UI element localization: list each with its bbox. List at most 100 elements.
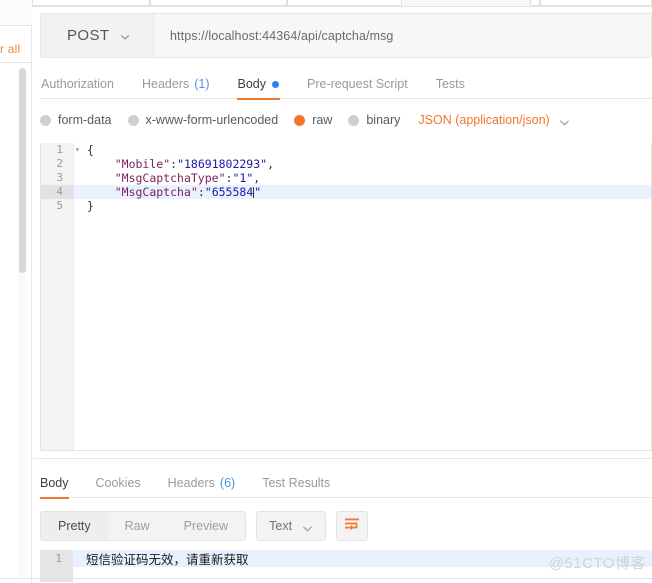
text-cursor — [253, 187, 254, 198]
sidebar-divider — [0, 62, 32, 63]
response-format-select[interactable]: Text — [256, 511, 326, 541]
view-mode-raw[interactable]: Raw — [108, 512, 167, 540]
radio-x-www-form-urlencoded[interactable]: x-www-form-urlencoded — [128, 113, 279, 127]
view-mode-pretty-label: Pretty — [58, 519, 91, 533]
content-type-select[interactable]: JSON (application/json) — [418, 113, 569, 127]
tab-pre-request-script[interactable]: Pre-request Script — [306, 69, 409, 99]
response-tab-test-results-label: Test Results — [262, 476, 330, 490]
editor-lines: 1 ▾ { 2 "Mobile":"18691802293", 3 "MsgCa… — [41, 143, 651, 213]
window-tab-4[interactable] — [530, 0, 540, 6]
json-value-msgcaptchatype: 1 — [239, 171, 246, 185]
body-type-options: form-data x-www-form-urlencoded raw bina… — [40, 107, 652, 133]
response-tab-cookies-label: Cookies — [96, 476, 141, 490]
fold-toggle-icon[interactable]: ▾ — [75, 143, 84, 157]
response-tab-body-label: Body — [40, 476, 69, 490]
response-line-number-empty — [40, 567, 73, 582]
code-line[interactable]: 5 } — [41, 199, 651, 213]
response-line: 1 短信验证码无效，请重新获取 — [40, 550, 652, 567]
response-line-empty — [40, 567, 652, 582]
code-text: } — [74, 199, 94, 213]
chevron-down-icon — [302, 521, 313, 532]
window-tab-2[interactable] — [150, 0, 287, 6]
code-line[interactable]: 3 "MsgCaptchaType":"1", — [41, 171, 651, 185]
response-line-text: 短信验证码无效，请重新获取 — [73, 550, 249, 568]
sidebar-top-box — [0, 0, 32, 26]
window-tab-3[interactable] — [287, 0, 402, 6]
response-line-number: 1 — [40, 550, 73, 567]
radio-binary-label: binary — [366, 113, 400, 127]
radio-form-data-label: form-data — [58, 113, 112, 127]
chevron-down-icon — [120, 32, 130, 42]
view-mode-preview[interactable]: Preview — [167, 512, 245, 540]
response-view-mode-group: Pretty Raw Preview — [40, 511, 246, 541]
window-tab-5[interactable] — [540, 0, 652, 6]
tab-tests-label: Tests — [436, 77, 465, 91]
word-wrap-icon — [344, 517, 360, 536]
http-method-select[interactable]: POST — [41, 14, 154, 57]
http-method-label: POST — [67, 27, 109, 44]
sidebar-partial: r all — [0, 0, 32, 583]
json-key-msgcaptchatype: MsgCaptchaType — [122, 171, 219, 185]
json-key-mobile: Mobile — [122, 157, 164, 171]
code-line[interactable]: 2 "Mobile":"18691802293", — [41, 157, 651, 171]
tab-tests[interactable]: Tests — [435, 69, 466, 99]
json-key-msgcaptcha: MsgCaptcha — [122, 185, 191, 199]
code-line[interactable]: 1 ▾ { — [41, 143, 651, 157]
tab-headers-count: (1) — [194, 77, 209, 91]
word-wrap-toggle[interactable] — [336, 511, 368, 541]
tab-authorization-label: Authorization — [41, 77, 114, 91]
radio-form-data-dot-icon — [40, 115, 51, 126]
view-mode-preview-label: Preview — [184, 519, 228, 533]
radio-raw-label: raw — [312, 113, 332, 127]
chevron-down-icon — [559, 115, 570, 126]
tab-authorization[interactable]: Authorization — [40, 69, 115, 99]
radio-form-data[interactable]: form-data — [40, 113, 112, 127]
tab-pre-request-script-label: Pre-request Script — [307, 77, 408, 91]
url-bar: POST https://localhost:44364/api/captcha… — [40, 13, 652, 58]
postman-window: r all POST https://localhost:44364/api/c… — [0, 0, 652, 583]
view-mode-raw-label: Raw — [125, 519, 150, 533]
radio-raw[interactable]: raw — [294, 113, 332, 127]
radio-binary-dot-icon — [348, 115, 359, 126]
radio-x-www-form-urlencoded-label: x-www-form-urlencoded — [146, 113, 279, 127]
line-number: 3 — [41, 171, 74, 185]
window-tab-1[interactable] — [32, 0, 150, 6]
view-mode-pretty[interactable]: Pretty — [41, 512, 108, 540]
response-tabs: Body Cookies Headers (6) Test Results — [40, 468, 652, 498]
line-number: 1 — [41, 143, 74, 157]
pane-divider[interactable] — [33, 458, 652, 459]
request-tab-strip-partial[interactable] — [32, 0, 652, 7]
code-line-active[interactable]: 4 "MsgCaptcha":"655584" — [41, 185, 651, 199]
body-modified-dot-icon — [272, 81, 279, 88]
tab-headers[interactable]: Headers (1) — [141, 69, 211, 99]
code-text: "Mobile":"18691802293", — [74, 157, 274, 171]
tab-headers-label: Headers — [142, 77, 189, 91]
request-pane: POST https://localhost:44364/api/captcha… — [33, 7, 652, 583]
radio-binary[interactable]: binary — [348, 113, 400, 127]
response-tab-test-results[interactable]: Test Results — [262, 468, 330, 498]
response-toolbar: Pretty Raw Preview Text — [40, 511, 368, 541]
url-value: https://localhost:44364/api/captcha/msg — [170, 29, 393, 43]
json-value-mobile: 18691802293 — [184, 157, 260, 171]
response-tab-headers-count: (6) — [220, 476, 235, 490]
response-tab-cookies[interactable]: Cookies — [96, 468, 141, 498]
clear-all-link-partial[interactable]: r all — [0, 42, 32, 56]
response-tab-body[interactable]: Body — [40, 468, 69, 498]
response-format-label: Text — [269, 519, 292, 533]
tab-body[interactable]: Body — [237, 69, 281, 99]
content-type-label: JSON (application/json) — [418, 113, 549, 127]
line-number: 4 — [41, 185, 74, 199]
bottom-rule — [0, 578, 652, 579]
line-number: 2 — [41, 157, 74, 171]
radio-raw-dot-icon — [294, 115, 305, 126]
url-input[interactable]: https://localhost:44364/api/captcha/msg — [154, 14, 651, 57]
sidebar-scrollbar-thumb[interactable] — [19, 68, 26, 273]
request-body-editor[interactable]: 1 ▾ { 2 "Mobile":"18691802293", 3 "MsgCa… — [40, 143, 652, 451]
line-number: 5 — [41, 199, 74, 213]
request-tabs: Authorization Headers (1) Body Pre-reque… — [40, 69, 652, 99]
radio-x-www-form-urlencoded-dot-icon — [128, 115, 139, 126]
tab-body-label: Body — [238, 77, 267, 91]
response-tab-headers[interactable]: Headers (6) — [168, 468, 236, 498]
code-text: "MsgCaptchaType":"1", — [74, 171, 260, 185]
code-text: "MsgCaptcha":"655584" — [74, 185, 261, 199]
